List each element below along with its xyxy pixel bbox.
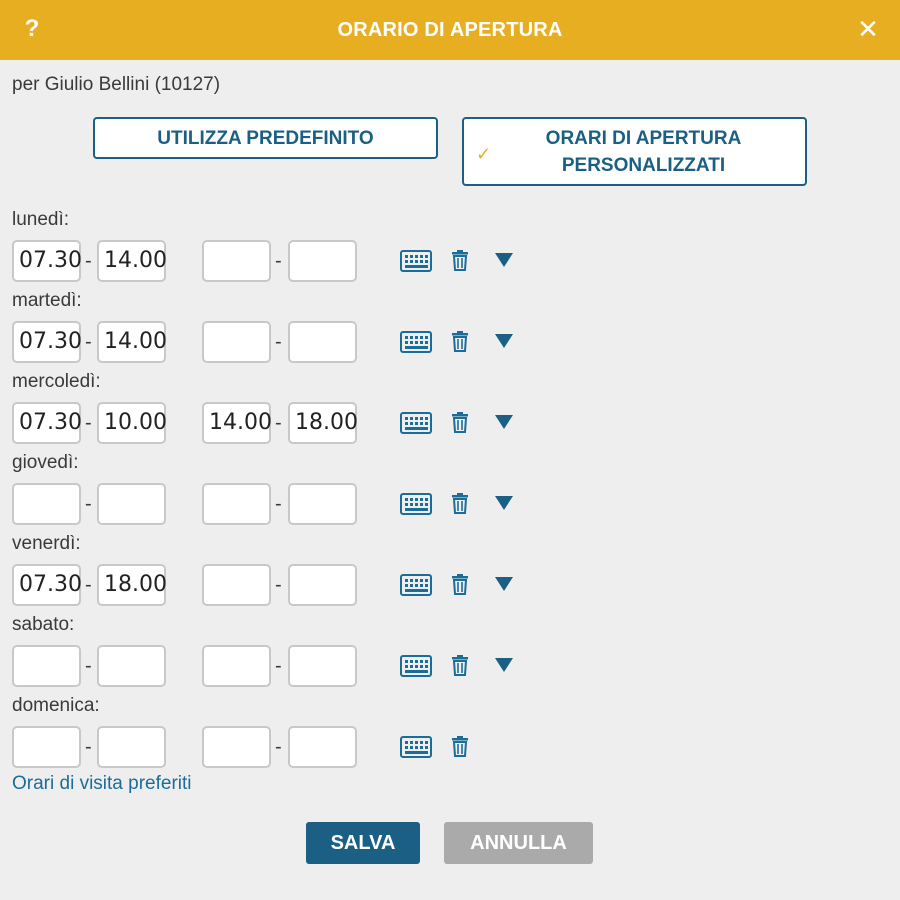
close-button[interactable]: ✕ (854, 14, 882, 44)
time-input-to-1[interactable] (97, 645, 166, 687)
time-separator: - (85, 574, 92, 596)
time-input-to-1[interactable] (97, 726, 166, 768)
keyboard-icon[interactable] (400, 493, 432, 520)
time-input-to-2[interactable] (288, 483, 357, 525)
time-input-from-2[interactable] (202, 483, 271, 525)
custom-hours-button[interactable]: ✓ ORARI DI APERTURA PERSONALIZZATI (462, 117, 807, 186)
dialog-subtitle: per Giulio Bellini (10127) (12, 74, 221, 95)
time-input-from-1[interactable]: 07.30 (12, 321, 82, 363)
time-input-from-2[interactable]: 14.00 (202, 402, 272, 444)
custom-hours-label: ORARI DI APERTURA PERSONALIZZATI (545, 127, 742, 176)
day-label: lunedì: (12, 209, 70, 230)
time-separator: - (275, 412, 282, 434)
time-input-to-2[interactable] (288, 645, 357, 687)
day-label: giovedì: (12, 452, 79, 473)
use-default-button[interactable]: UTILIZZA PREDEFINITO (93, 117, 438, 159)
caret-down-icon[interactable] (494, 333, 514, 354)
time-input-from-1[interactable] (12, 483, 81, 525)
time-separator: - (85, 493, 92, 515)
caret-down-icon[interactable] (494, 495, 514, 516)
time-input-to-1[interactable]: 14.00 (97, 240, 167, 282)
time-input-to-1[interactable]: 10.00 (97, 402, 167, 444)
dialog-header: ? ORARIO DI APERTURA ✕ (0, 0, 900, 60)
time-input-to-1[interactable]: 14.00 (97, 321, 167, 363)
time-input-to-2[interactable] (288, 240, 357, 282)
day-label: venerdì: (12, 533, 81, 554)
trash-icon[interactable] (450, 492, 470, 519)
time-separator: - (275, 250, 282, 272)
time-input-from-1[interactable] (12, 726, 81, 768)
use-default-label: UTILIZZA PREDEFINITO (157, 127, 374, 149)
time-input-from-2[interactable] (202, 564, 271, 606)
time-separator: - (275, 574, 282, 596)
save-button[interactable]: SALVA (306, 822, 420, 864)
time-input-to-1[interactable]: 18.00 (97, 564, 167, 606)
trash-icon[interactable] (450, 330, 470, 357)
keyboard-icon[interactable] (400, 736, 432, 763)
time-separator: - (85, 655, 92, 677)
trash-icon[interactable] (450, 249, 470, 276)
time-input-to-2[interactable] (288, 564, 357, 606)
trash-icon[interactable] (450, 411, 470, 438)
day-label: sabato: (12, 614, 75, 635)
help-button[interactable]: ? (20, 14, 44, 44)
day-label: mercoledì: (12, 371, 101, 392)
trash-icon[interactable] (450, 573, 470, 600)
keyboard-icon[interactable] (400, 574, 432, 601)
dialog-title: ORARIO DI APERTURA (337, 18, 563, 41)
keyboard-icon[interactable] (400, 412, 432, 439)
time-separator: - (85, 250, 92, 272)
day-label: domenica: (12, 695, 100, 716)
time-input-from-1[interactable]: 07.30 (12, 240, 82, 282)
time-input-from-2[interactable] (202, 240, 271, 282)
time-input-from-2[interactable] (202, 645, 271, 687)
caret-down-icon[interactable] (494, 252, 514, 273)
time-separator: - (85, 736, 92, 758)
time-separator: - (85, 331, 92, 353)
time-input-to-1[interactable] (97, 483, 166, 525)
day-label: martedì: (12, 290, 82, 311)
time-separator: - (275, 736, 282, 758)
trash-icon[interactable] (450, 654, 470, 681)
time-input-from-1[interactable]: 07.30 (12, 564, 82, 606)
trash-icon[interactable] (450, 735, 470, 762)
caret-down-icon[interactable] (494, 576, 514, 597)
time-input-from-1[interactable] (12, 645, 81, 687)
time-input-from-2[interactable] (202, 726, 271, 768)
keyboard-icon[interactable] (400, 250, 432, 277)
time-input-to-2[interactable] (288, 726, 357, 768)
time-input-to-2[interactable] (288, 321, 357, 363)
time-input-from-2[interactable] (202, 321, 271, 363)
preferred-visit-hours-link[interactable]: Orari di visita preferiti (12, 773, 192, 795)
time-separator: - (275, 655, 282, 677)
time-separator: - (85, 412, 92, 434)
time-separator: - (275, 331, 282, 353)
cancel-button[interactable]: ANNULLA (444, 822, 593, 864)
time-separator: - (275, 493, 282, 515)
check-icon: ✓ (476, 144, 492, 164)
caret-down-icon[interactable] (494, 414, 514, 435)
time-input-from-1[interactable]: 07.30 (12, 402, 82, 444)
time-input-to-2[interactable]: 18.00 (288, 402, 358, 444)
keyboard-icon[interactable] (400, 331, 432, 358)
caret-down-icon[interactable] (494, 657, 514, 678)
keyboard-icon[interactable] (400, 655, 432, 682)
